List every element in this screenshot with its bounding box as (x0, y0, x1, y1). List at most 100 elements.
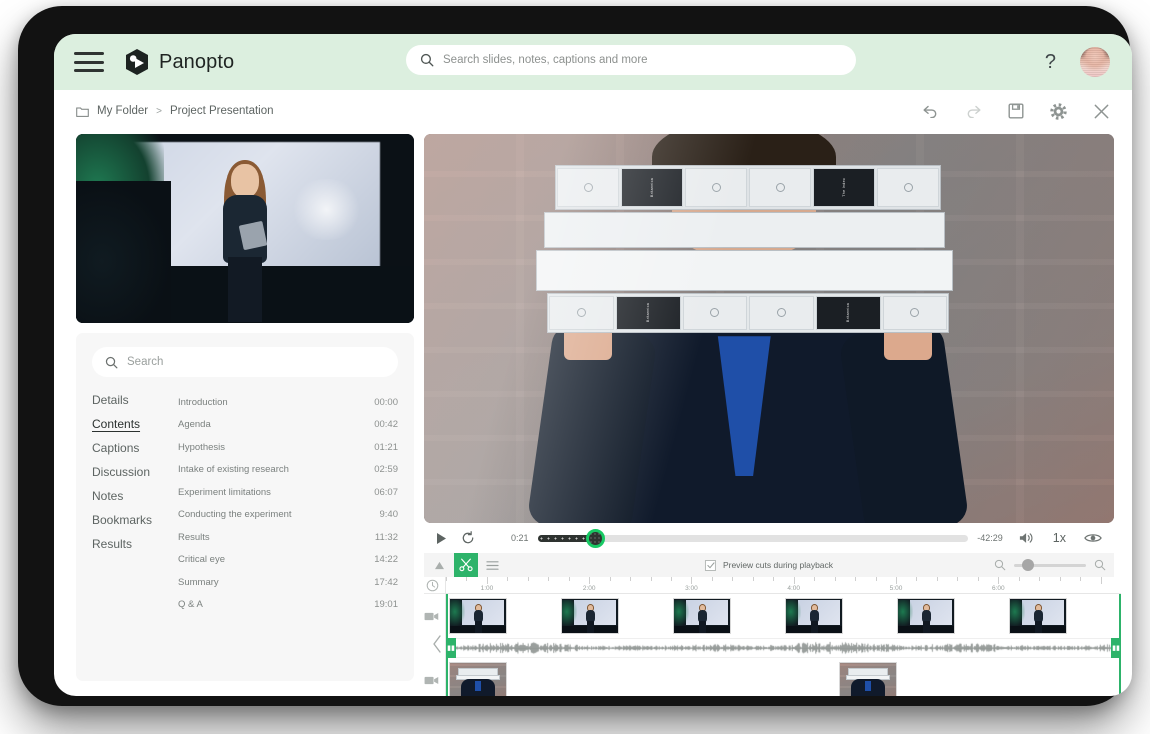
sidebar-item-discussion[interactable]: Discussion (92, 465, 150, 479)
app-header: Panopto Search slides, notes, captions a… (54, 34, 1132, 90)
filmstrip-frame[interactable] (785, 598, 843, 634)
redo-button[interactable] (965, 104, 982, 118)
zoom-in-button[interactable] (1094, 559, 1106, 571)
list-item[interactable]: Intake of existing research 02:59 (178, 459, 398, 482)
audio-track[interactable]: ▮▮ ▮▮ (446, 638, 1121, 658)
app-screen: Panopto Search slides, notes, captions a… (54, 34, 1132, 696)
panopto-logo-icon (124, 48, 150, 76)
list-item[interactable]: Critical eye 14:22 (178, 549, 398, 572)
close-button[interactable] (1093, 103, 1110, 120)
help-icon[interactable]: ? (1045, 52, 1056, 72)
menu-button[interactable] (74, 52, 104, 72)
sidebar-item-bookmarks[interactable]: Bookmarks (92, 513, 152, 527)
search-icon (105, 356, 118, 369)
ruler-tick (1039, 577, 1040, 581)
expand-toggle-button[interactable] (424, 561, 454, 570)
remaining-time: -42:29 (977, 533, 1003, 543)
timeline-track-icon-secondary[interactable] (424, 658, 445, 696)
right-column: Britannica The Index Britannica (424, 134, 1114, 696)
play-button[interactable] (436, 532, 447, 545)
global-search-placeholder: Search slides, notes, captions and more (443, 54, 648, 66)
slide-preview[interactable] (76, 134, 414, 323)
ruler-tick (1101, 577, 1102, 584)
contents-title: Q & A (178, 599, 203, 610)
breadcrumb-item-my-folder[interactable]: My Folder (97, 105, 148, 117)
filmstrip-frame[interactable] (839, 662, 897, 696)
timeline-ruler[interactable]: 1:002:003:004:005:006:00 (446, 577, 1121, 594)
visibility-button[interactable] (1084, 532, 1102, 544)
brand-logo[interactable]: Panopto (124, 48, 234, 76)
filmstrip-frame[interactable] (1009, 598, 1067, 634)
seek-bar[interactable] (538, 529, 969, 547)
list-tool-button[interactable] (478, 560, 506, 571)
contents-time: 06:07 (374, 487, 398, 498)
current-time: 0:21 (511, 533, 529, 543)
ruler-label: 3:00 (685, 585, 698, 592)
playback-speed-button[interactable]: 1x (1053, 531, 1066, 545)
timeline-zoom-handle[interactable] (1022, 559, 1034, 571)
contents-title: Agenda (178, 419, 211, 430)
global-search-input[interactable]: Search slides, notes, captions and more (406, 45, 856, 75)
video-filmstrip-secondary[interactable] (446, 658, 1121, 696)
list-item[interactable]: Summary 17:42 (178, 571, 398, 594)
avatar[interactable] (1080, 47, 1110, 77)
editor-toolbar: Preview cuts during playback (424, 553, 1114, 577)
timeline-collapse-button[interactable] (432, 635, 442, 658)
panel-columns: Details Contents Captions Discussion Not… (92, 391, 398, 616)
panel-tabs: Details Contents Captions Discussion Not… (92, 391, 168, 616)
video-player-stage[interactable]: Britannica The Index Britannica (424, 134, 1114, 523)
trim-handle-right[interactable]: ▮▮ (1111, 638, 1121, 658)
list-item[interactable]: Conducting the experiment 9:40 (178, 504, 398, 527)
list-item[interactable]: Q & A 19:01 (178, 594, 398, 617)
filmstrip-frame[interactable] (897, 598, 955, 634)
sidebar-item-details[interactable]: Details (92, 393, 129, 407)
panel-search-input[interactable]: Search (92, 347, 398, 377)
filmstrip-frame[interactable] (561, 598, 619, 634)
volume-button[interactable] (1019, 531, 1035, 545)
caret-up-icon (434, 561, 445, 570)
seek-handle[interactable] (586, 529, 605, 548)
replay-button[interactable] (461, 531, 475, 545)
sidebar-item-notes[interactable]: Notes (92, 489, 123, 503)
sidebar-item-results[interactable]: Results (92, 537, 132, 551)
breadcrumb-item-project-presentation[interactable]: Project Presentation (170, 105, 274, 117)
table-row[interactable] (446, 594, 1121, 638)
list-item[interactable]: Agenda 00:42 (178, 414, 398, 437)
undo-button[interactable] (922, 104, 939, 118)
table-row[interactable] (446, 658, 1121, 696)
contents-time: 11:32 (375, 532, 398, 543)
filmstrip-frame[interactable] (449, 662, 507, 696)
contents-list: Introduction 00:00 Agenda 00:42 Hypothes… (168, 391, 398, 616)
filmstrip-frame[interactable] (673, 598, 731, 634)
trim-handle-left[interactable]: ▮▮ (446, 638, 456, 658)
settings-button[interactable] (1050, 103, 1067, 120)
contents-time: 17:42 (374, 577, 398, 588)
list-item[interactable]: Experiment limitations 06:07 (178, 481, 398, 504)
breadcrumb-separator: > (156, 106, 162, 117)
sidebar-item-captions[interactable]: Captions (92, 441, 139, 455)
preview-cuts-checkbox[interactable] (705, 560, 716, 571)
video-filmstrip-primary[interactable] (446, 594, 1121, 638)
list-item[interactable]: Introduction 00:00 (178, 391, 398, 414)
ruler-tick (732, 577, 733, 581)
timeline-zoom-slider[interactable] (1014, 564, 1086, 567)
preview-cuts-toggle[interactable]: Preview cuts during playback (705, 560, 833, 571)
zoom-out-button[interactable] (994, 559, 1006, 571)
ruler-tick (466, 577, 467, 581)
contents-title: Experiment limitations (178, 487, 271, 498)
ruler-tick (507, 577, 508, 581)
filmstrip-frame[interactable] (449, 598, 507, 634)
list-item[interactable]: Results 11:32 (178, 526, 398, 549)
timeline-tracks[interactable]: 1:002:003:004:005:006:00 (445, 577, 1121, 696)
zoom-out-icon (994, 559, 1006, 571)
contents-time: 9:40 (380, 509, 399, 520)
save-button[interactable] (1008, 103, 1024, 119)
undo-icon (922, 104, 939, 118)
scissors-icon (459, 558, 473, 572)
cut-tool-button[interactable] (454, 553, 478, 577)
sidebar-item-contents[interactable]: Contents (92, 417, 140, 431)
editor-body: Search Details Contents Captions Discuss… (54, 132, 1132, 696)
timeline-track-icon-primary[interactable] (424, 594, 445, 638)
list-item[interactable]: Hypothesis 01:21 (178, 436, 398, 459)
toolbar-tools (424, 553, 506, 577)
